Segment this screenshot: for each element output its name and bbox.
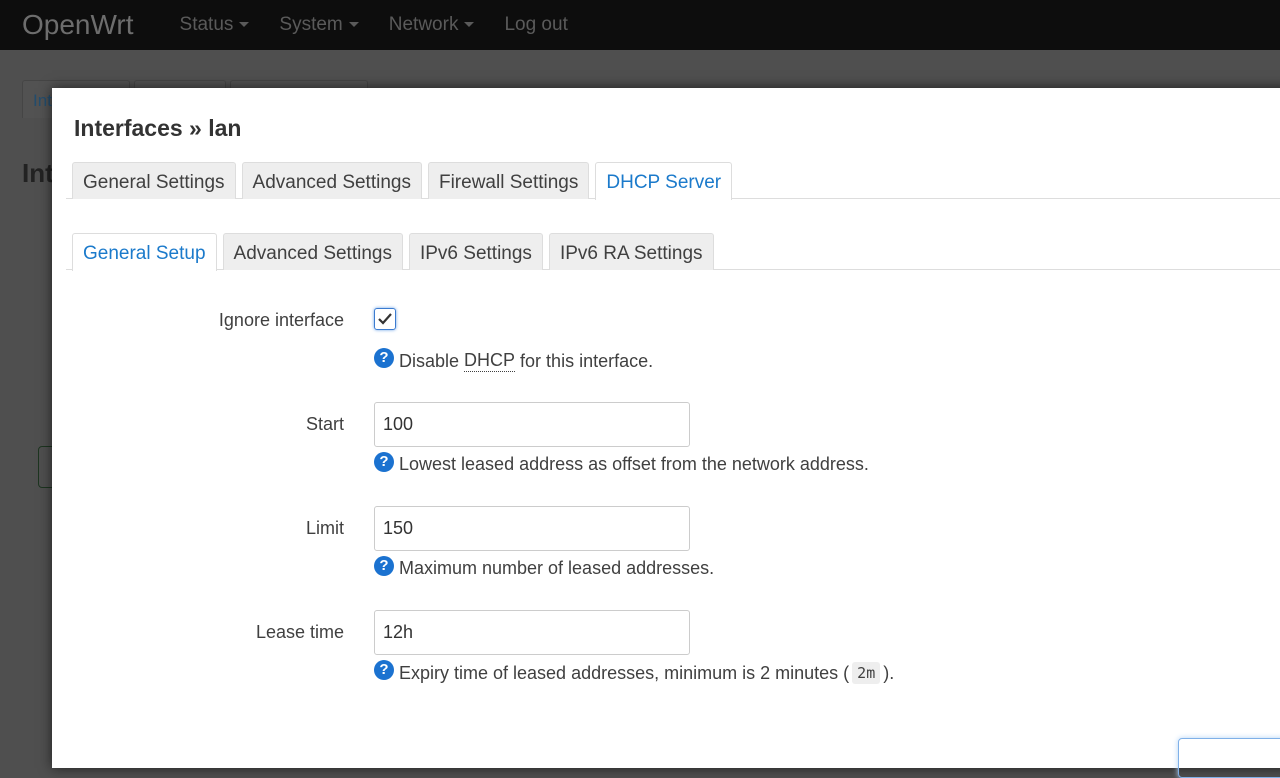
help-text: Lowest leased address as offset from the… <box>399 454 869 474</box>
main-tabs: General Settings Advanced Settings Firew… <box>66 162 1280 200</box>
navbar: OpenWrt Status System Network Log out <box>0 0 1280 50</box>
tab-advanced-settings[interactable]: Advanced Settings <box>241 162 422 199</box>
help-text: Disable <box>399 350 465 371</box>
modal-title: Interfaces » lan <box>74 115 242 141</box>
caret-down-icon <box>348 22 359 28</box>
help-text: for this interface. <box>515 350 654 371</box>
help-text: ). <box>883 662 895 683</box>
dhcp-abbr: DHCP <box>464 350 516 372</box>
tab-general-settings[interactable]: General Settings <box>72 162 236 199</box>
limit-input[interactable]: 150 <box>374 506 690 551</box>
background-heading: Int <box>22 158 54 188</box>
menu-label: Network <box>388 14 459 35</box>
help-icon: ? <box>374 348 394 368</box>
caret-down-icon <box>464 22 475 28</box>
logout-link[interactable]: Log out <box>504 14 567 36</box>
help-text: Maximum number of leased addresses. <box>399 558 715 578</box>
start-label: Start <box>305 414 344 434</box>
subtab-ipv6-ra-settings[interactable]: IPv6 RA Settings <box>548 233 714 270</box>
dhcp-subtabs: General Setup Advanced Settings IPv6 Set… <box>66 233 1280 271</box>
ignore-interface-checkbox[interactable] <box>374 308 396 330</box>
help-icon: ? <box>374 555 394 576</box>
lease-time-label: Lease time <box>255 622 344 642</box>
subtab-advanced-settings[interactable]: Advanced Settings <box>222 233 403 270</box>
code-2m: 2m <box>852 662 881 684</box>
brand-logo[interactable]: OpenWrt <box>22 9 134 41</box>
lease-time-help: ? Expiry time of leased addresses, minimu… <box>374 660 895 684</box>
limit-label: Limit <box>305 518 344 538</box>
lease-time-input[interactable]: 12h <box>374 610 690 655</box>
ignore-interface-help: ? Disable DHCP for this interface. <box>374 348 654 372</box>
menu-label: Status <box>179 14 234 35</box>
menu-status[interactable]: Status <box>180 14 250 36</box>
tab-firewall-settings[interactable]: Firewall Settings <box>427 162 590 199</box>
caret-down-icon <box>239 22 250 28</box>
menu-network[interactable]: Network <box>389 14 475 36</box>
limit-help: ? Maximum number of leased addresses. <box>374 555 715 579</box>
start-input[interactable]: 100 <box>374 402 690 447</box>
help-icon: ? <box>374 660 394 680</box>
help-text: Expiry time of leased addresses, minimum… <box>399 662 850 683</box>
start-help: ? Lowest leased address as offset from th… <box>374 451 869 475</box>
menu-system[interactable]: System <box>279 14 359 36</box>
subtab-ipv6-settings[interactable]: IPv6 Settings <box>408 233 543 270</box>
interface-modal: Interfaces » lan General Settings Advanc… <box>52 88 1280 778</box>
menu-label: System <box>279 14 343 35</box>
save-button[interactable] <box>1178 738 1280 778</box>
help-icon: ? <box>374 451 394 472</box>
tab-dhcp-server[interactable]: DHCP Server <box>595 162 733 200</box>
subtab-general-setup[interactable]: General Setup <box>72 233 217 271</box>
checkmark-icon <box>378 313 392 325</box>
ignore-interface-label: Ignore interface <box>218 310 344 330</box>
